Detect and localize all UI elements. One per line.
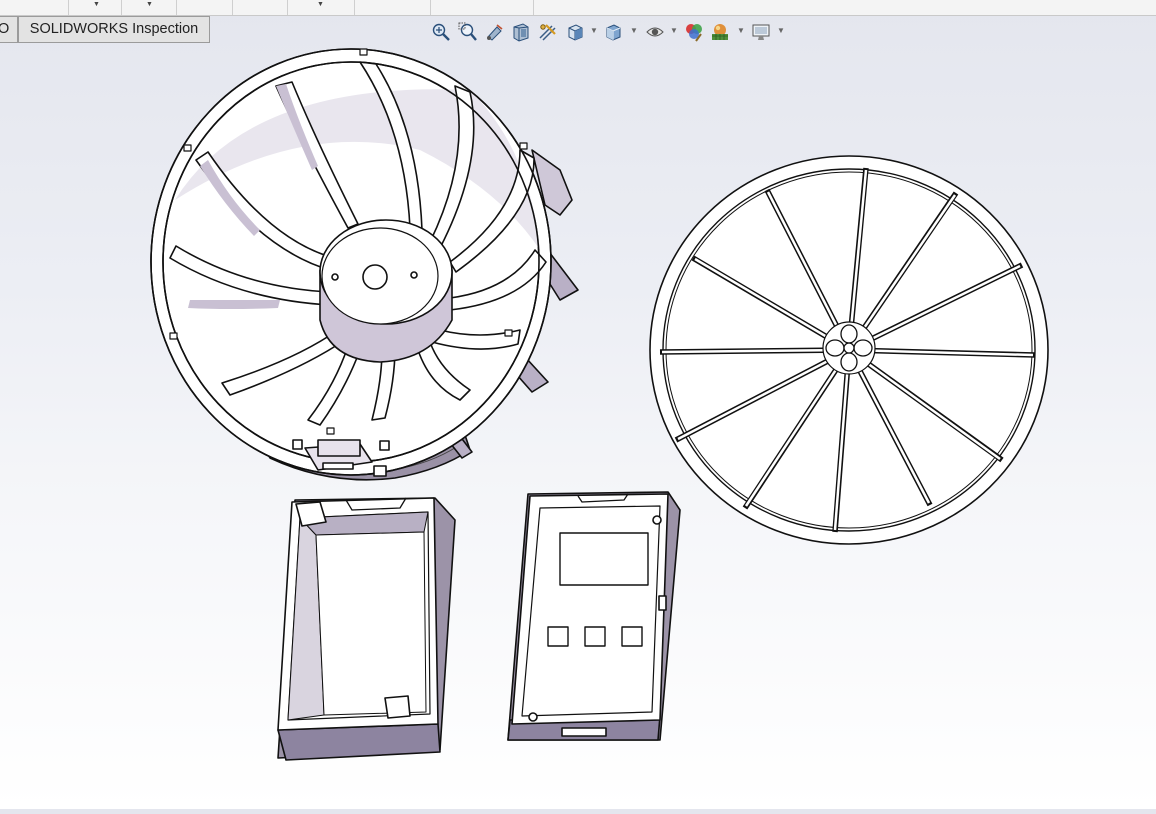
hide-show-dropdown-icon[interactable]: ▼ (670, 26, 678, 35)
strip-separator (121, 0, 122, 15)
previous-view-icon[interactable] (484, 20, 506, 44)
tab-solidworks-inspection[interactable]: SOLIDWORKS Inspection (18, 16, 210, 43)
strip-separator (232, 0, 233, 15)
edit-appearance-icon[interactable] (683, 20, 705, 44)
chevron-down-icon[interactable]: ▼ (317, 1, 324, 8)
strip-separator (533, 0, 534, 15)
fan-duct-housing[interactable] (150, 48, 579, 481)
graphics-area[interactable] (0, 44, 1156, 809)
model-view[interactable] (0, 44, 1156, 809)
chevron-down-icon[interactable]: ▼ (93, 1, 100, 8)
view-settings-dropdown-icon[interactable]: ▼ (777, 26, 785, 35)
strip-separator (354, 0, 355, 15)
apply-scene-dropdown-icon[interactable]: ▼ (737, 26, 745, 35)
dynamic-annotation-views-icon[interactable] (537, 20, 559, 44)
battery-box[interactable] (277, 497, 456, 761)
fan-guard-grille[interactable] (649, 155, 1049, 545)
apply-scene-icon[interactable] (709, 20, 731, 44)
view-settings-icon[interactable] (750, 20, 772, 44)
strip-separator (430, 0, 431, 15)
view-orientation-icon[interactable] (564, 20, 586, 44)
strip-separator (176, 0, 177, 15)
strip-separator (68, 0, 69, 15)
section-view-icon[interactable] (510, 20, 532, 44)
zoom-to-area-icon[interactable] (457, 20, 479, 44)
chevron-down-icon[interactable]: ▼ (146, 1, 153, 8)
view-orientation-dropdown-icon[interactable]: ▼ (590, 26, 598, 35)
display-style-dropdown-icon[interactable]: ▼ (630, 26, 638, 35)
tab-partial[interactable]: O (0, 16, 18, 43)
display-style-icon[interactable] (602, 20, 624, 44)
hide-show-items-icon[interactable] (644, 20, 666, 44)
command-manager-strip: ▼ ▼ ▼ (0, 0, 1156, 16)
strip-separator (287, 0, 288, 15)
zoom-to-fit-icon[interactable] (430, 20, 452, 44)
controller-case[interactable] (507, 491, 681, 741)
